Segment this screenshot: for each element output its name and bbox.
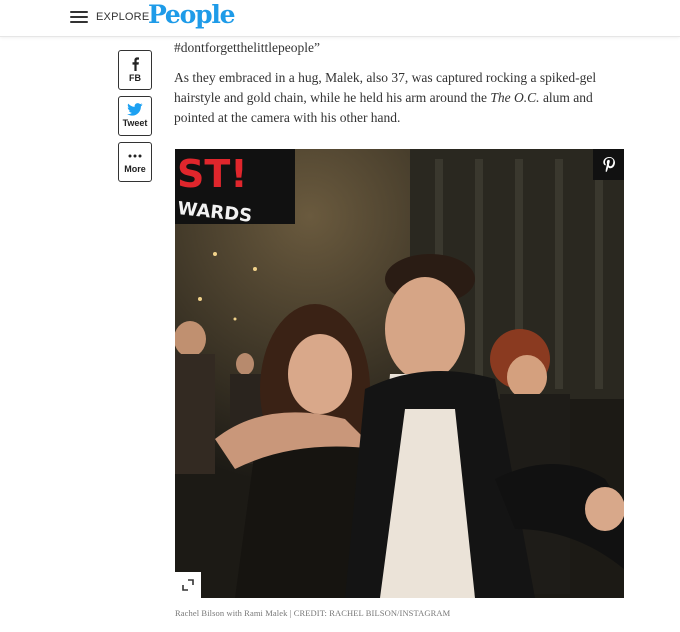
explore-label: EXPLORE (96, 11, 150, 23)
facebook-icon (132, 57, 139, 71)
top-navigation-bar: EXPLORE People (0, 0, 680, 37)
photo-scene: ST! WARDS (175, 149, 624, 598)
more-share-button[interactable]: More (118, 142, 152, 182)
article-photo[interactable]: ST! WARDS (175, 149, 624, 598)
twitter-share-button[interactable]: Tweet (118, 96, 152, 136)
article-hashtag-line: #dontforgetthelittlepeople” (174, 40, 320, 55)
expand-photo-button[interactable] (175, 572, 201, 598)
twitter-icon (127, 103, 143, 116)
pinterest-icon (602, 157, 615, 172)
people-logo[interactable]: People (148, 0, 236, 30)
facebook-share-button[interactable]: FB (118, 50, 152, 90)
show-title-emphasis: The O.C. (490, 90, 540, 105)
photo-caption: Rachel Bilson with Rami Malek | CREDIT: … (175, 608, 451, 618)
article-paragraph: As they embraced in a hug, Malek, also 3… (174, 68, 629, 128)
pinterest-save-button[interactable] (593, 149, 624, 180)
hamburger-menu-icon (70, 11, 88, 23)
facebook-share-label: FB (129, 73, 141, 83)
explore-menu-button[interactable]: EXPLORE (70, 8, 149, 26)
more-share-label: More (124, 164, 146, 174)
more-dots-icon (128, 154, 142, 158)
sign-text-top: ST! (177, 152, 248, 196)
twitter-share-label: Tweet (122, 118, 148, 128)
expand-icon (182, 579, 194, 591)
